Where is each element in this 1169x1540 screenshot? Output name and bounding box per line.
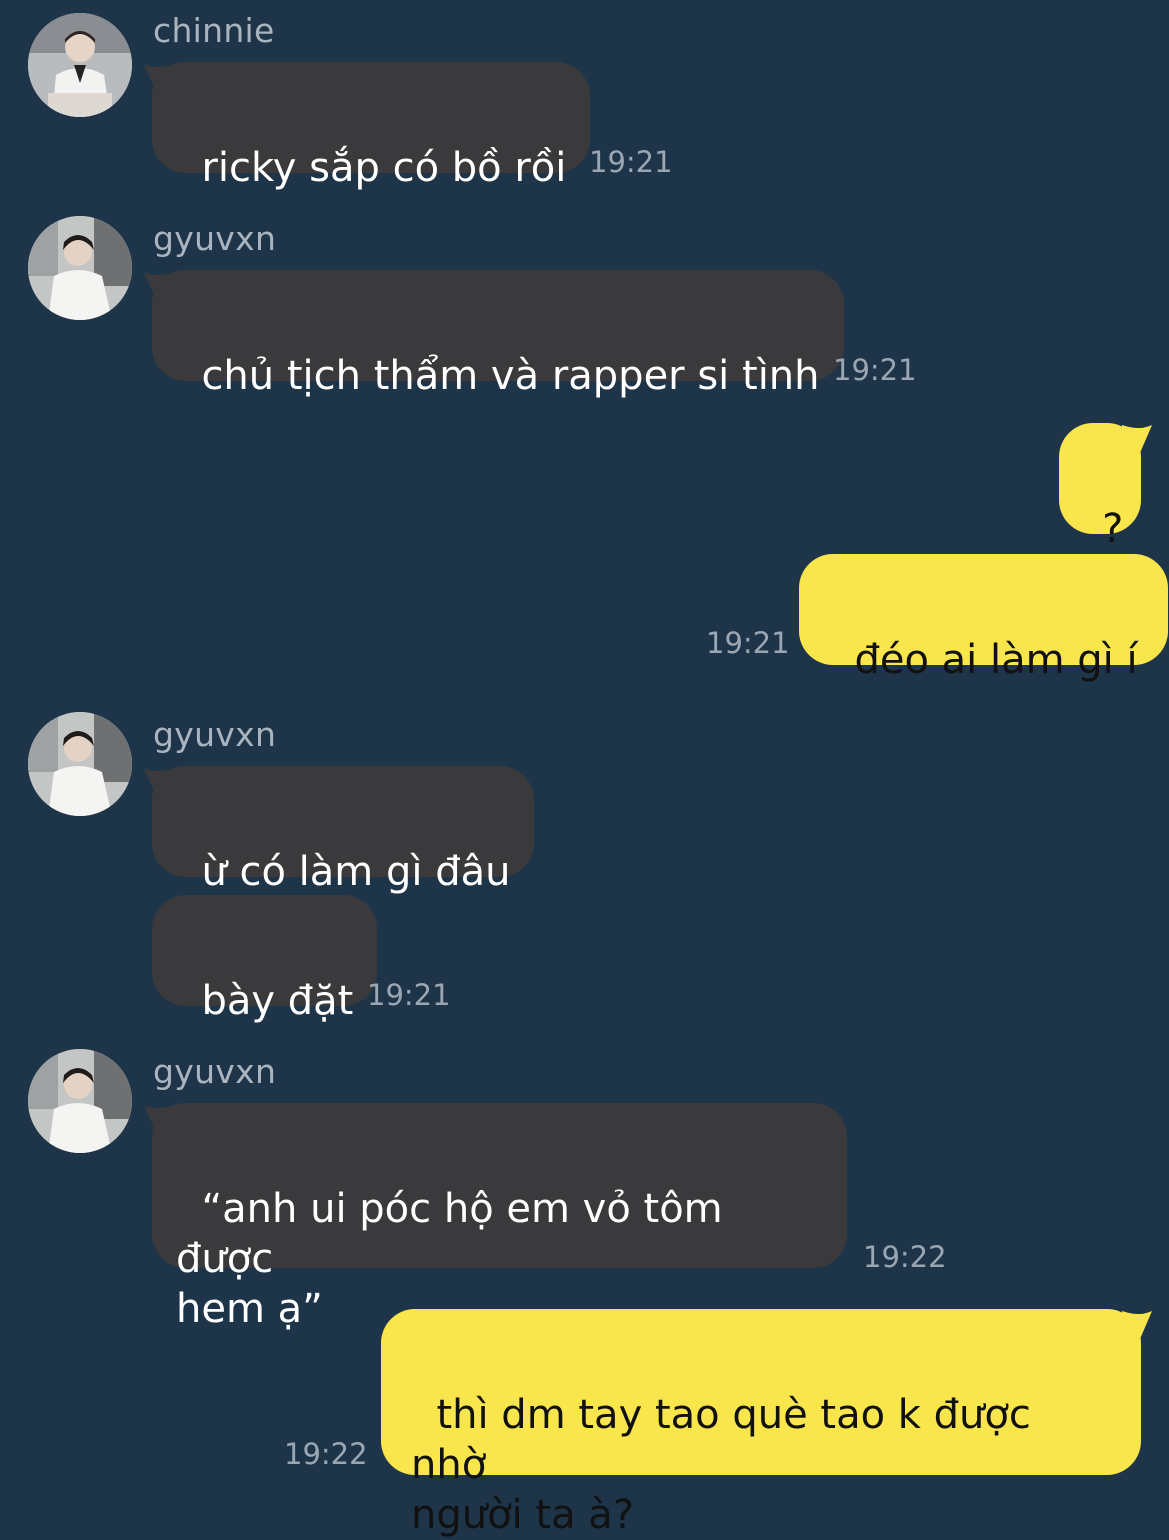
message-text: đéo ai làm gì í bbox=[854, 637, 1138, 683]
message-bubble[interactable]: đéo ai làm gì í bbox=[799, 554, 1168, 683]
message-text: ? bbox=[1102, 506, 1124, 552]
message-bubble[interactable]: chủ tịch thẩm và rapper si tình bbox=[152, 270, 844, 399]
message-bubble[interactable]: ricky sắp có bồ rồi bbox=[152, 62, 591, 191]
message-bubble[interactable]: ? bbox=[1059, 423, 1141, 552]
timestamp: 19:21 bbox=[833, 353, 917, 387]
sender-name: gyuvxn bbox=[153, 715, 277, 754]
sender-name: chinnie bbox=[153, 11, 275, 50]
message-bubble[interactable]: ừ có làm gì đâu bbox=[152, 766, 535, 895]
message-bubble[interactable]: thì dm tay tao què tao k được nhờ người … bbox=[381, 1309, 1141, 1538]
sender-name: gyuvxn bbox=[153, 1052, 277, 1091]
message-text: thì dm tay tao què tao k được nhờ người … bbox=[411, 1392, 1031, 1538]
timestamp: 19:21 bbox=[706, 626, 790, 660]
message-text: chủ tịch thẩm và rapper si tình bbox=[201, 353, 820, 399]
message-bubble[interactable]: bày đặt bbox=[152, 895, 378, 1024]
message-text: ừ có làm gì đâu bbox=[201, 849, 511, 895]
sender-name: gyuvxn bbox=[153, 219, 277, 258]
message-bubble[interactable]: “anh ui póc hộ em vỏ tôm được hem ạ” bbox=[152, 1103, 847, 1332]
avatar[interactable] bbox=[28, 712, 132, 816]
timestamp: 19:21 bbox=[589, 145, 673, 179]
message-text: bày đặt bbox=[201, 978, 354, 1024]
timestamp: 19:22 bbox=[284, 1437, 368, 1471]
avatar[interactable] bbox=[28, 216, 132, 320]
avatar[interactable] bbox=[28, 1049, 132, 1153]
timestamp: 19:21 bbox=[367, 978, 451, 1012]
avatar[interactable] bbox=[28, 13, 132, 117]
message-text: ricky sắp có bồ rồi bbox=[201, 145, 567, 191]
timestamp: 19:22 bbox=[863, 1240, 947, 1274]
